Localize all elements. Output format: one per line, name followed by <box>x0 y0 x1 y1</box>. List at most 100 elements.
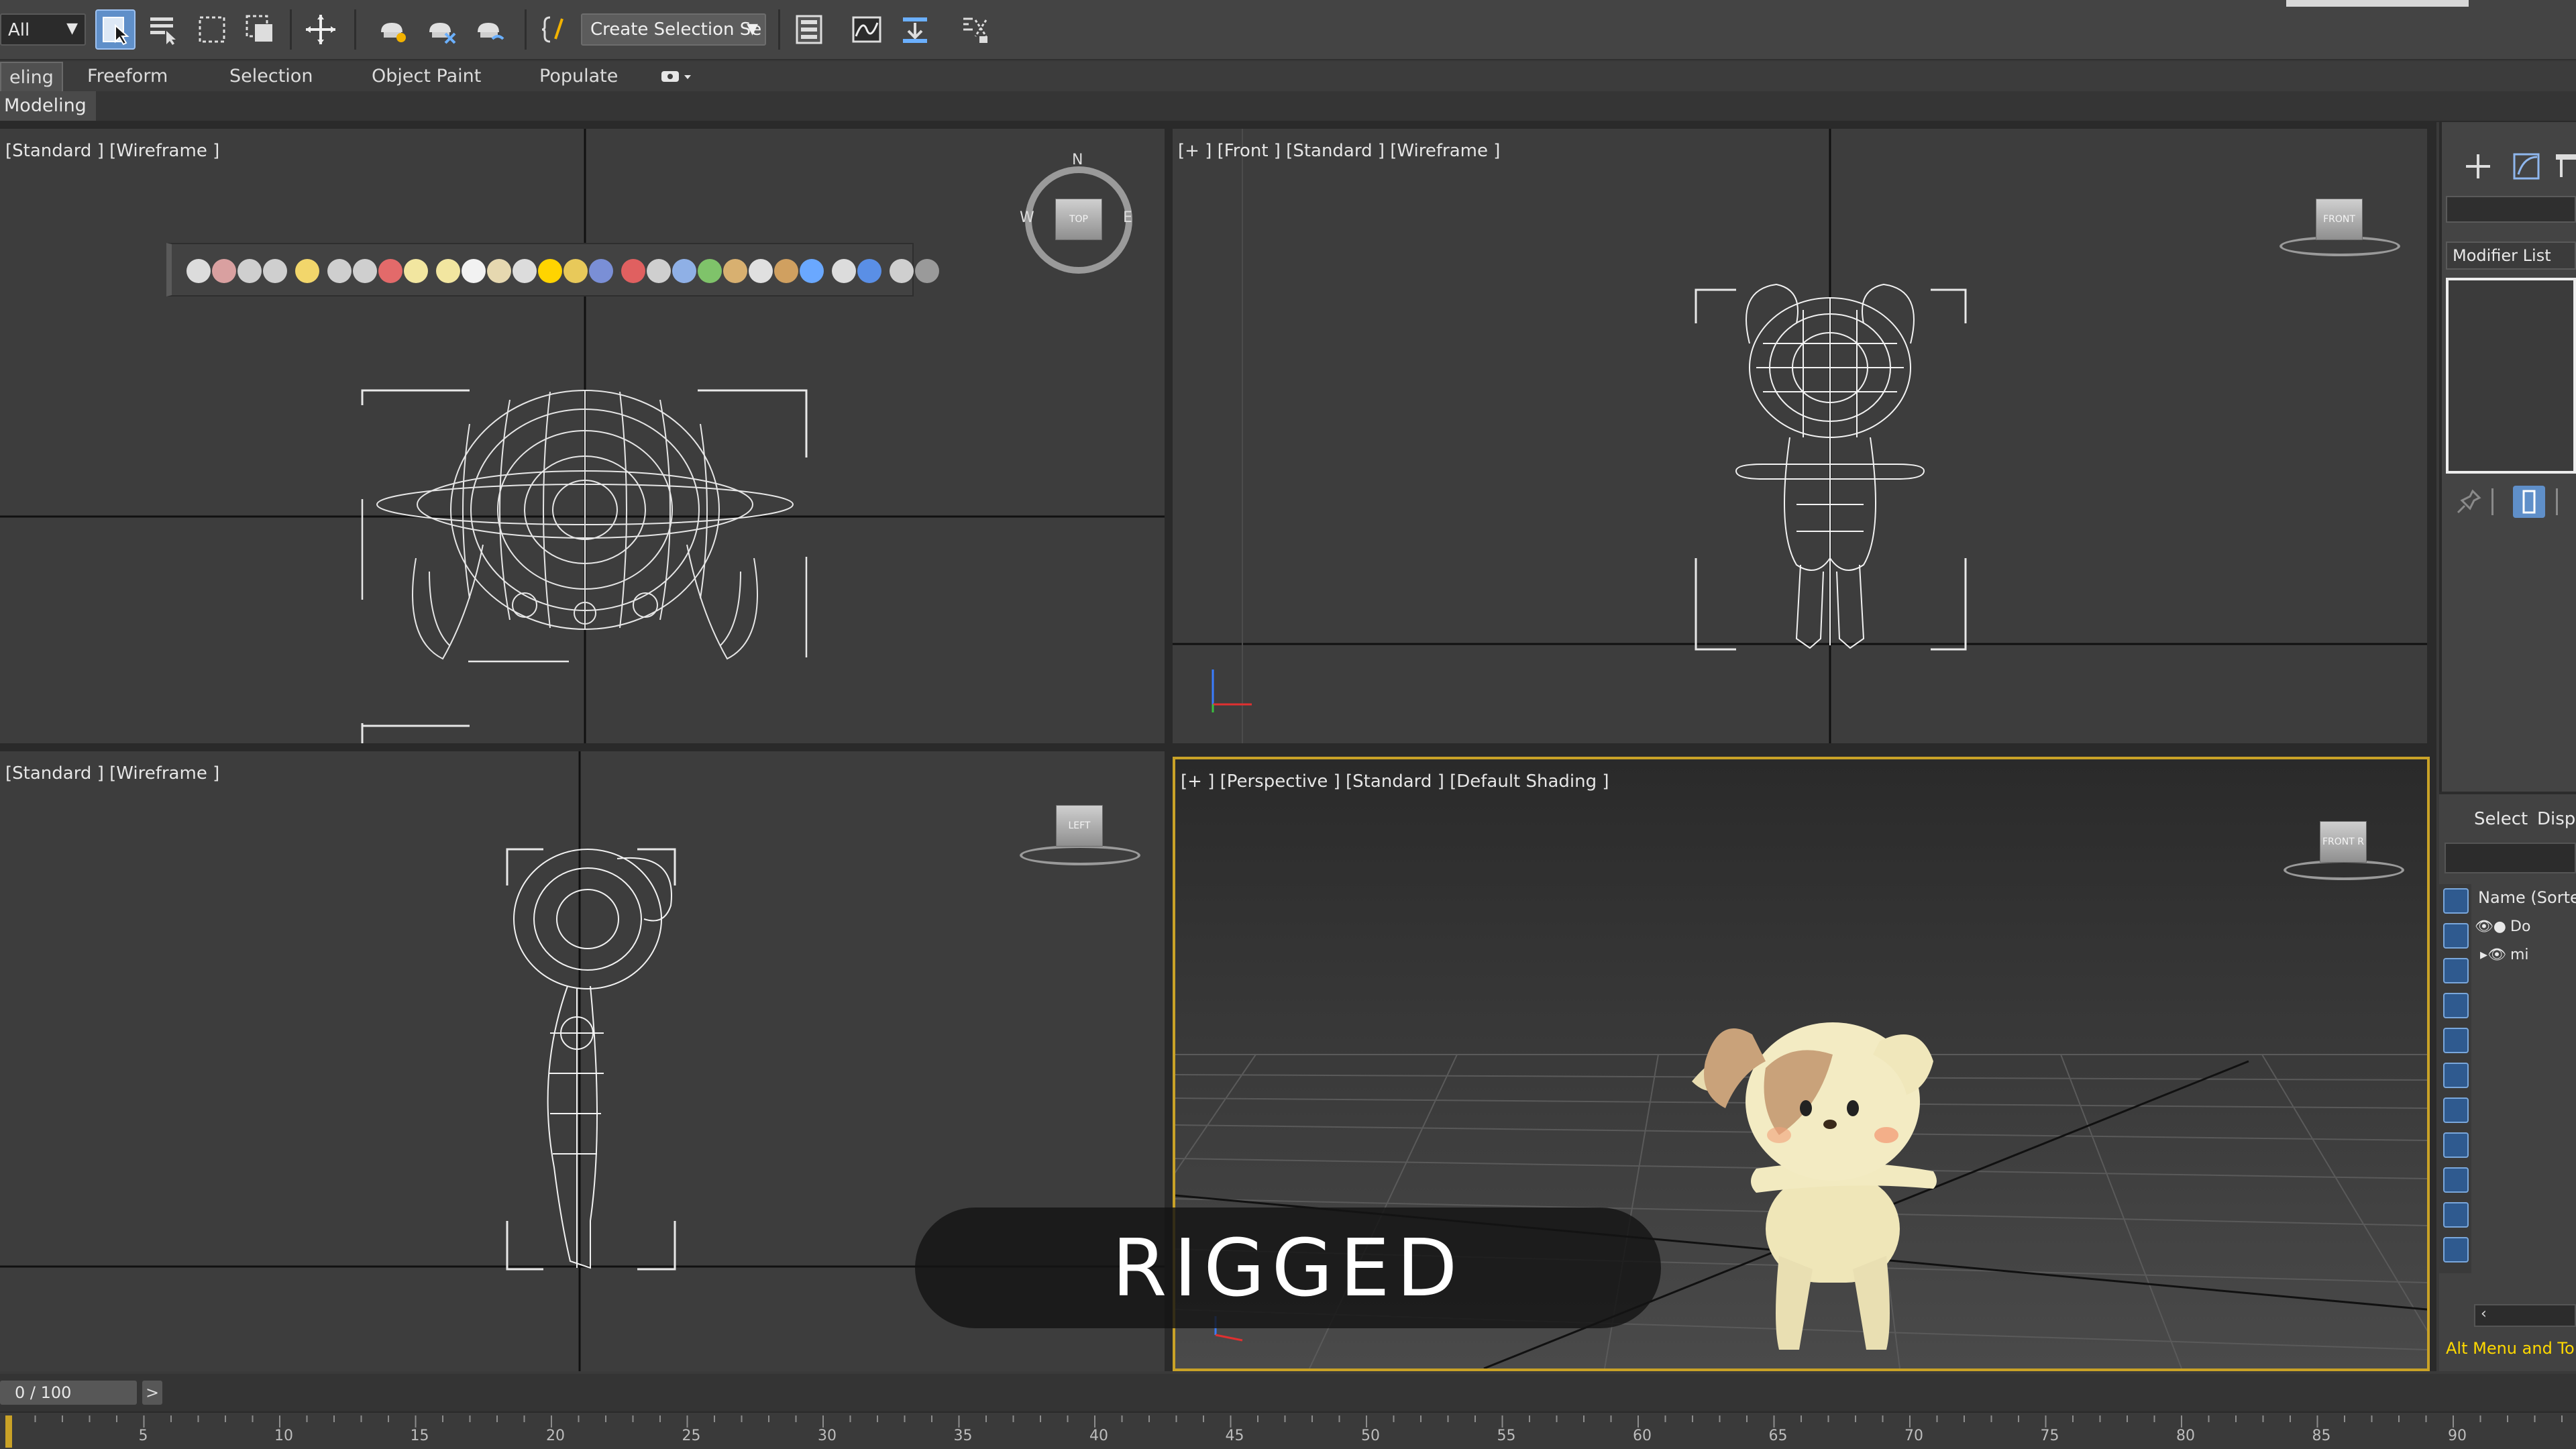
help-icon[interactable] <box>910 254 945 288</box>
checker-icon[interactable] <box>584 254 619 288</box>
scene-explorer-name-column[interactable]: Name (Sorted <box>2474 884 2576 911</box>
pin-stack-icon[interactable] <box>2455 488 2482 515</box>
trackbar-tick-label: 40 <box>1089 1428 1108 1444</box>
viewcube-ring[interactable] <box>1020 845 1140 865</box>
render-scene-icon[interactable] <box>258 254 292 288</box>
schematic-view-button[interactable] <box>895 9 935 50</box>
trackbar-tick-label: 35 <box>953 1428 973 1444</box>
visibility-eye-icon[interactable]: ▸👁 <box>2474 942 2510 969</box>
trackbar-tick-label: 80 <box>2176 1428 2195 1444</box>
selection-filter-value: All <box>8 20 30 40</box>
link-button[interactable] <box>373 9 413 50</box>
filter-cameras-icon[interactable] <box>2443 993 2469 1018</box>
bind-space-warp-icon <box>478 23 504 40</box>
ribbon-tabs: eling Freeform Selection Object Paint Po… <box>0 62 2576 91</box>
ribbon-panel: Modeling <box>0 91 2576 122</box>
filter-bones-icon[interactable] <box>2443 1167 2469 1193</box>
tab-selection[interactable]: Selection <box>229 62 313 91</box>
ribbon-panel-label[interactable]: Modeling <box>0 91 96 121</box>
viewport-front[interactable]: [+ ] [Front ] [Standard ] [Wireframe ] F… <box>1173 129 2427 743</box>
select-object-icon <box>103 17 129 46</box>
unlink-icon <box>429 23 456 44</box>
command-panel-tabs <box>2439 142 2576 185</box>
tab-select[interactable]: Select <box>2474 809 2528 829</box>
filter-xrefs-icon[interactable] <box>2443 1132 2469 1158</box>
compass-north: N <box>1072 152 1083 168</box>
scene-explorer-row[interactable]: ▸👁 mi <box>2474 942 2576 969</box>
modifier-stack[interactable] <box>2446 278 2576 474</box>
scene-explorer-search-input[interactable] <box>2445 843 2576 873</box>
viewcube-left[interactable]: LEFT <box>1056 805 1103 847</box>
filter-particles-icon[interactable] <box>2443 1237 2469 1263</box>
material-editor-button[interactable] <box>955 9 996 50</box>
time-slider-thumb[interactable]: 0 / 100 <box>0 1381 137 1405</box>
plane-icon[interactable] <box>398 254 433 288</box>
ribbon-options-icon <box>661 71 691 82</box>
selection-filter-dropdown[interactable]: All ▼ <box>0 13 86 46</box>
window-crossing-button[interactable] <box>240 9 280 50</box>
tab-modeling[interactable]: eling <box>0 62 63 91</box>
rigged-caption-overlay: RIGGED <box>915 1208 1661 1328</box>
select-move-icon <box>306 15 335 44</box>
material-sphere-icon[interactable] <box>794 254 829 288</box>
named-selection-dropdown[interactable]: Create Selection Se ▼ <box>581 13 766 46</box>
layer-explorer-button[interactable] <box>789 9 829 50</box>
filter-lights-icon[interactable] <box>2443 958 2469 983</box>
render-effects-icon[interactable] <box>852 254 887 288</box>
window-crossing-icon <box>246 15 272 42</box>
filter-spacewarps-icon[interactable] <box>2443 1063 2469 1088</box>
top-wireframe-scene <box>0 129 1165 743</box>
select-object-button[interactable] <box>95 9 136 50</box>
trackbar-tick-label: 30 <box>818 1428 837 1444</box>
top-viewport-label[interactable]: [Standard ] [Wireframe ] <box>5 141 219 161</box>
filter-shapes-icon[interactable] <box>2443 923 2469 949</box>
viewcube-ring[interactable] <box>2284 860 2404 880</box>
viewcube-perspective[interactable]: FRONT R <box>2320 821 2367 863</box>
front-viewport-label[interactable]: [+ ] [Front ] [Standard ] [Wireframe ] <box>1178 141 1500 161</box>
chevron-down-icon: ▼ <box>66 20 78 37</box>
scene-explorer-filters <box>2439 884 2471 1273</box>
viewport-top[interactable]: [Standard ] [Wireframe ] TOP N W E <box>0 129 1165 743</box>
visibility-eye-icon[interactable]: 👁● <box>2474 914 2510 941</box>
edit-named-selection-icon <box>541 16 564 43</box>
schematic-view-icon <box>903 17 927 43</box>
perspective-viewport-label[interactable]: [+ ] [Perspective ] [Standard ] [Default… <box>1181 771 1609 792</box>
modify-tab-icon[interactable] <box>2510 150 2542 182</box>
tab-object-paint[interactable]: Object Paint <box>372 62 481 91</box>
curve-editor-button[interactable] <box>847 9 887 50</box>
tab-populate[interactable]: Populate <box>539 62 618 91</box>
filter-geometry-icon[interactable] <box>2443 888 2469 914</box>
select-move-button[interactable] <box>301 9 341 50</box>
scene-explorer-scrollbar[interactable]: ‹ <box>2474 1304 2576 1327</box>
ribbon-options-button[interactable] <box>660 62 694 91</box>
front-wireframe-scene <box>1173 129 2427 743</box>
tab-freeform[interactable]: Freeform <box>87 62 168 91</box>
scroll-left-icon: ‹ <box>2481 1305 2487 1322</box>
modifier-list-dropdown[interactable]: Modifier List <box>2446 241 2576 270</box>
left-viewport-label[interactable]: [Standard ] [Wireframe ] <box>5 763 219 784</box>
next-frame-button[interactable]: > <box>142 1381 162 1405</box>
trackbar-tick-label: 60 <box>1633 1428 1652 1444</box>
object-name-field[interactable] <box>2446 196 2576 223</box>
viewcube-front[interactable]: FRONT <box>2316 199 2363 240</box>
create-tab-icon[interactable] <box>2462 150 2494 182</box>
show-end-result-button[interactable] <box>2513 486 2545 518</box>
prompt-line: Alt Menu and To <box>2446 1339 2575 1358</box>
light-lister-icon[interactable] <box>290 254 325 288</box>
bind-space-warp-button[interactable] <box>470 9 510 50</box>
rectangular-region-icon <box>199 16 225 43</box>
scene-explorer-row[interactable]: 👁● Do <box>2474 914 2576 941</box>
time-slider[interactable] <box>0 1374 2576 1411</box>
rectangular-region-button[interactable] <box>192 9 232 50</box>
select-by-name-button[interactable] <box>144 9 184 50</box>
filter-containers-icon[interactable] <box>2443 1202 2469 1228</box>
filter-groups-icon[interactable] <box>2443 1097 2469 1123</box>
tab-display[interactable]: Displ <box>2537 809 2576 829</box>
material-editor-icon <box>963 17 987 43</box>
unlink-button[interactable] <box>421 9 462 50</box>
compass-west: W <box>1020 209 1034 226</box>
hierarchy-tab-icon[interactable] <box>2553 150 2576 182</box>
viewcube-top[interactable]: TOP <box>1055 199 1102 240</box>
filter-helpers-icon[interactable] <box>2443 1028 2469 1053</box>
edit-named-selection-button[interactable] <box>535 9 576 50</box>
